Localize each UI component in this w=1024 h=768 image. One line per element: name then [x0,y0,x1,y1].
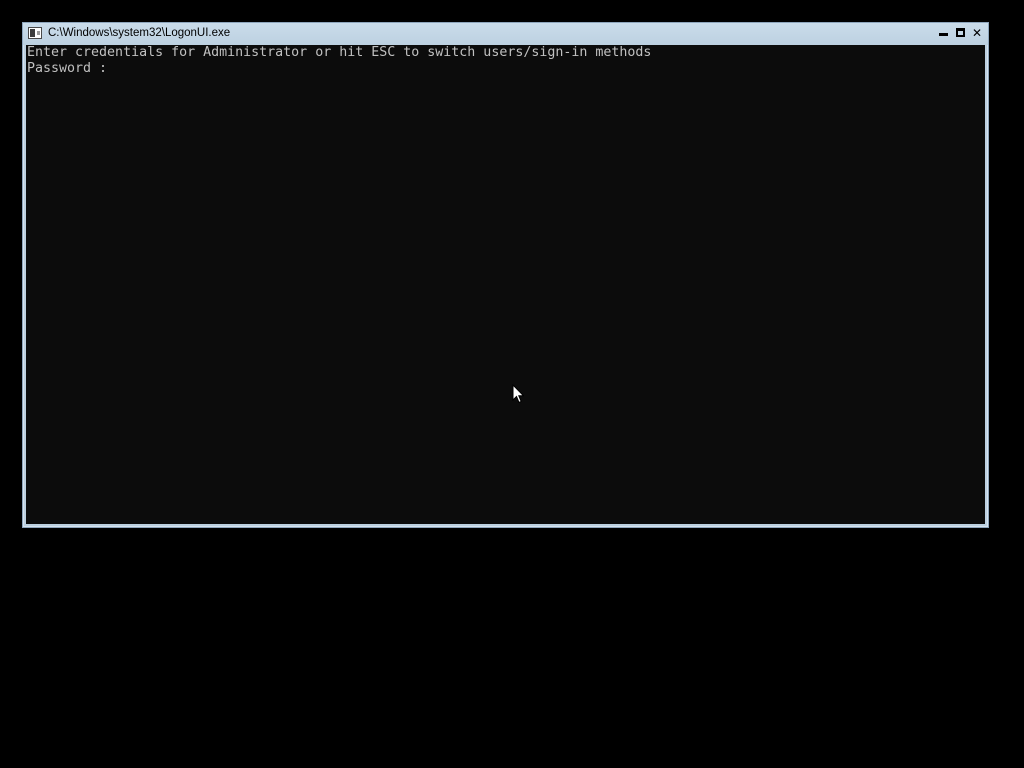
credentials-prompt: Enter credentials for Administrator or h… [27,45,652,60]
title-bar[interactable]: C:\Windows\system32\LogonUI.exe ✕ [23,23,988,45]
password-line[interactable]: Password : [27,61,115,77]
mouse-pointer-icon [512,384,524,404]
maximize-button[interactable] [954,27,968,40]
console-output-area[interactable]: Enter credentials for Administrator or h… [26,45,985,524]
logonui-console-window: C:\Windows\system32\LogonUI.exe ✕ Enter … [22,22,989,528]
close-button[interactable]: ✕ [970,27,984,40]
console-app-icon[interactable] [28,27,42,39]
window-title: C:\Windows\system32\LogonUI.exe [48,27,231,39]
password-label: Password : [27,61,116,76]
desktop: C:\Windows\system32\LogonUI.exe ✕ Enter … [0,0,1024,768]
minimize-button[interactable] [937,27,951,40]
